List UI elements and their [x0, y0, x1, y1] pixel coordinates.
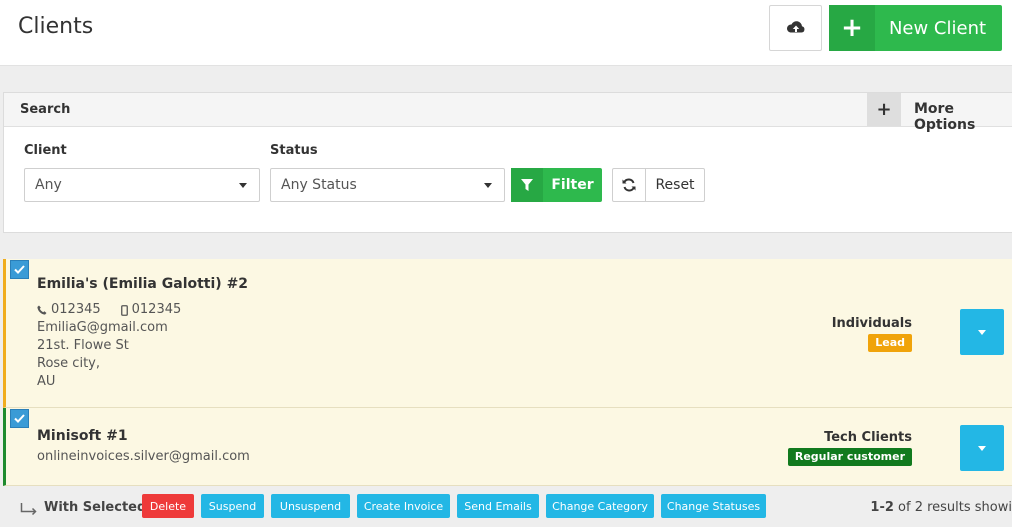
results-rest: of 2 results showi [893, 500, 1012, 515]
chevron-down-icon [978, 445, 986, 451]
chevron-down-icon [978, 329, 986, 335]
phone-icon [37, 305, 47, 315]
results-range: 1-2 [870, 500, 894, 515]
reset-label: Reset [655, 177, 695, 193]
check-icon [14, 414, 25, 423]
results-count: 1-2 of 2 results showi [870, 500, 1012, 515]
client-select-value: Any [35, 177, 62, 193]
send-emails-button[interactable]: Send Emails [457, 494, 539, 518]
filter-button[interactable]: Filter [511, 168, 602, 202]
with-selected: With Selected [20, 500, 146, 515]
page-header: Clients + New Client [0, 0, 1012, 66]
with-selected-label: With Selected [44, 500, 147, 515]
new-client-button[interactable]: + New Client [829, 5, 1002, 51]
cloud-upload-icon [786, 21, 804, 33]
client-category: Tech Clients [824, 430, 912, 445]
new-client-label: New Client [888, 17, 987, 39]
row-actions-dropdown-button[interactable] [960, 425, 1004, 471]
suspend-button[interactable]: Suspend [201, 494, 264, 518]
mobile-icon [120, 304, 128, 316]
status-select-value: Any Status [281, 177, 357, 193]
status-badge: Lead [868, 334, 912, 352]
unsuspend-button[interactable]: Unsuspend [271, 494, 350, 518]
client-address-line: AU [37, 374, 56, 389]
change-statuses-button[interactable]: Change Statuses [661, 494, 766, 518]
client-name[interactable]: Emilia's (Emilia Galotti) #2 [37, 276, 248, 292]
search-title: Search [20, 102, 71, 117]
filter-icon [511, 168, 543, 202]
client-address-line: 21st. Flowe St [37, 338, 129, 353]
row-actions-dropdown-button[interactable] [960, 309, 1004, 355]
status-badge: Regular customer [787, 448, 912, 466]
upload-button[interactable] [769, 5, 822, 51]
more-options-plus-icon[interactable]: + [867, 93, 901, 126]
reset-button[interactable]: Reset [612, 168, 705, 202]
mobile-number: 012345 [131, 302, 182, 317]
chevron-down-icon [484, 183, 492, 188]
client-email: onlineinvoices.silver@gmail.com [37, 449, 250, 464]
phone-line: 012345 012345 [37, 301, 181, 319]
client-contact: onlineinvoices.silver@gmail.com [37, 448, 250, 466]
client-name[interactable]: Minisoft #1 [37, 428, 128, 444]
bulk-actions-bar: With Selected Delete Suspend Unsuspend C… [0, 487, 1012, 527]
filter-label: Filter [551, 177, 594, 193]
search-header: Search + More Options [4, 93, 1012, 133]
change-category-button[interactable]: Change Category [546, 494, 654, 518]
client-field-label: Client [24, 143, 67, 158]
client-address-line: Rose city, [37, 356, 100, 371]
client-contact: 012345 012345 EmiliaG@gmail.com 21st. Fl… [37, 301, 181, 391]
plus-icon: + [829, 5, 875, 51]
create-invoice-button[interactable]: Create Invoice [357, 494, 450, 518]
client-email: EmiliaG@gmail.com [37, 320, 168, 335]
arrow-turn-right-icon [20, 503, 37, 515]
page-title: Clients [18, 14, 94, 39]
row-checkbox[interactable] [10, 409, 29, 428]
row-checkbox[interactable] [10, 260, 29, 279]
client-row[interactable]: Emilia's (Emilia Galotti) #2 012345 0123… [3, 259, 1012, 408]
check-icon [14, 265, 25, 274]
client-select[interactable]: Any [24, 168, 260, 202]
status-field-label: Status [270, 143, 318, 158]
status-select[interactable]: Any Status [270, 168, 505, 202]
client-row[interactable]: Minisoft #1 onlineinvoices.silver@gmail.… [3, 408, 1012, 486]
refresh-icon [613, 169, 646, 201]
client-category: Individuals [831, 316, 912, 331]
phone-number: 012345 [51, 302, 101, 317]
chevron-down-icon [239, 183, 247, 188]
search-panel: Search + More Options Client Any Status … [3, 92, 1012, 233]
more-options-button[interactable]: More Options [914, 101, 1012, 133]
delete-button[interactable]: Delete [142, 494, 194, 518]
